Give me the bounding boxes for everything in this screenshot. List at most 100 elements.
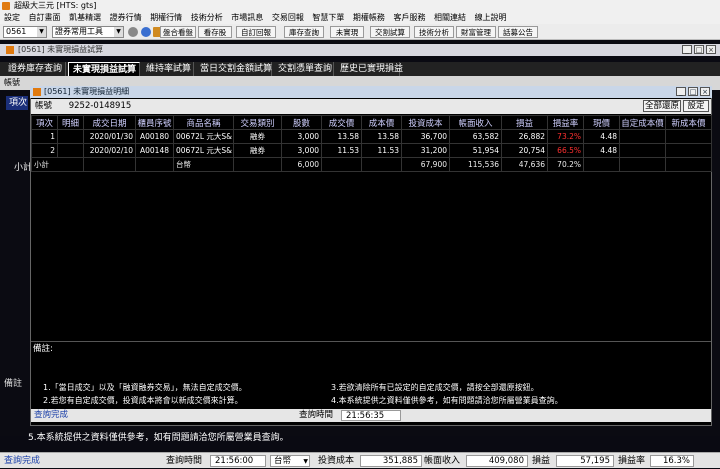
col-invest-cost[interactable]: 投資成本	[401, 115, 450, 130]
invest-cost-label: 投資成本	[318, 456, 355, 466]
bg-note-line: 5.本系統提供之資料僅供參考，如有問題請洽您所屬營業員查詢。	[28, 433, 289, 443]
account-label: 帳號	[35, 101, 53, 111]
technical-analysis-button[interactable]: 技術分析	[414, 26, 454, 38]
tools-select[interactable]: 證券常用工具 ▼	[52, 26, 124, 38]
chevron-down-icon: ▼	[114, 27, 123, 37]
col-cost-price[interactable]: 成本價	[361, 115, 402, 130]
menu-custom-screen[interactable]: 自訂畫面	[29, 13, 61, 22]
menu-kgi-picks[interactable]: 凱基精選	[69, 13, 101, 22]
settings-button[interactable]: 設定	[683, 100, 709, 112]
table-row[interactable]: 1 2020/01/30 A00180 00672L 元大S& 融券 3,000…	[31, 129, 712, 144]
menu-customer-service[interactable]: 客戶服務	[393, 13, 425, 22]
detail-window-title-bar: [0561] 未實現損益明細 _ □ ×	[30, 86, 712, 98]
bg-tab-bar: 證券庫存查詢 未實現損益試算 維持率試算 當日交割金額試算 交割憑單查詢 歷史已…	[0, 62, 720, 76]
col-shares[interactable]: 股數	[281, 115, 322, 130]
maximize-icon[interactable]: □	[688, 87, 698, 96]
account-row: 帳號 9252-0148915 全部還原 設定	[31, 99, 711, 114]
menu-online-help[interactable]: 線上說明	[475, 13, 507, 22]
detail-time-label: 查詢時間	[299, 410, 334, 420]
chevron-down-icon: ▼	[303, 458, 308, 465]
chevron-down-icon: ▼	[37, 27, 46, 37]
bg-notes-label: 備註	[4, 379, 23, 389]
app-title-bar: 超級大三元 [HTS: gts]	[0, 0, 720, 12]
minimize-icon[interactable]: _	[676, 87, 686, 96]
col-product-name[interactable]: 商品名稱	[173, 115, 234, 130]
menu-market-info[interactable]: 市場訊息	[231, 13, 263, 22]
tab-maintenance-ratio[interactable]: 維持率試算	[142, 62, 194, 76]
window-logo-icon	[6, 46, 14, 54]
announcement-button[interactable]: 話募公告	[498, 26, 538, 38]
holdings-button[interactable]: 看存股	[198, 26, 232, 38]
notes-label: 備註:	[33, 344, 53, 354]
subtotal-row: 小計 台幣 6,000 67,900 115,536 47,636 70.2%	[31, 157, 712, 172]
pnl-value: 57,195	[556, 455, 614, 467]
function-code-select[interactable]: 0561 ▼	[3, 26, 47, 38]
menu-trade-report[interactable]: 交易回報	[272, 13, 304, 22]
book-income-value: 409,080	[466, 455, 528, 467]
bg-window-title-bar: [0561] 未實現損益試算 _ □ ×	[0, 44, 720, 56]
close-icon[interactable]: ×	[706, 45, 716, 54]
settlement-calc-button[interactable]: 交割試算	[370, 26, 410, 38]
menu-links[interactable]: 相關連結	[434, 13, 466, 22]
menu-smart-order[interactable]: 智慧下單	[312, 13, 344, 22]
currency-select[interactable]: 台幣 ▼	[270, 455, 310, 467]
custom-cost-cell[interactable]	[619, 129, 666, 144]
menu-futures-quotes[interactable]: 期權行情	[150, 13, 182, 22]
inventory-query-button[interactable]: 庫存查詢	[284, 26, 324, 38]
note-item: 1.「當日成交」以及「融資融券交易」，無法自定成交價。	[43, 383, 247, 392]
col-trade-date[interactable]: 成交日期	[83, 115, 136, 130]
menu-futures-account[interactable]: 期權帳務	[353, 13, 385, 22]
tab-daily-settlement[interactable]: 當日交割金額試算	[196, 62, 272, 76]
pnl-rate-value: 16.3%	[650, 455, 694, 467]
tab-settlement-voucher[interactable]: 交割憑單查詢	[274, 62, 334, 76]
detail-status-bar: 查詢完成 查詢時間 21:56:35	[31, 409, 711, 422]
status-message: 查詢完成	[4, 456, 41, 466]
pnl-label: 損益	[532, 456, 551, 466]
main-toolbar: 0561 ▼ 證券常用工具 ▼ 盤合看盤 看存股 自訂回報 庫存查詢 未實現 交…	[0, 24, 720, 40]
tab-stock-inventory[interactable]: 證券庫存查詢	[4, 62, 66, 76]
col-custom-cost[interactable]: 自定成本價	[619, 115, 666, 130]
note-item: 3.若欲清除所有已設定的自定成交價，請按全部還原按鈕。	[331, 383, 539, 392]
col-current-price[interactable]: 現價	[583, 115, 620, 130]
minimize-icon[interactable]: _	[682, 45, 692, 54]
unrealized-button[interactable]: 未實現	[330, 26, 364, 38]
col-pnl-rate[interactable]: 損益率	[547, 115, 584, 130]
tab-realized-history[interactable]: 歷史已實現損益	[336, 62, 403, 76]
main-status-bar: 查詢完成 查詢時間 21:56:00 台幣 ▼ 投資成本 351,885 帳面收…	[0, 452, 720, 468]
overview-button[interactable]: 盤合看盤	[160, 26, 196, 38]
detail-time-value: 21:56:35	[341, 410, 401, 421]
gear-icon[interactable]	[128, 27, 138, 37]
app-title: 超級大三元 [HTS: gts]	[14, 1, 97, 10]
detail-status-message: 查詢完成	[34, 410, 69, 420]
refresh-icon[interactable]	[141, 27, 151, 37]
table-header-row: 項次 明細 成交日期 櫃員序號 商品名稱 交易類別 股數 成交價 成本價 投資成…	[31, 115, 712, 130]
col-detail[interactable]: 明細	[57, 115, 84, 130]
custom-cost-cell[interactable]	[619, 143, 666, 158]
window-logo-icon	[33, 88, 41, 96]
col-trade-type[interactable]: 交易類別	[233, 115, 282, 130]
custom-report-button[interactable]: 自訂回報	[236, 26, 276, 38]
pnl-rate-label: 損益率	[618, 456, 646, 466]
col-pnl[interactable]: 損益	[501, 115, 548, 130]
bg-column-header: 項次	[6, 96, 28, 110]
note-item: 2.若您有自定成交價，投資成本將會以新成交價來計算。	[43, 396, 243, 405]
notes-panel: 備註: 1.「當日成交」以及「融資融券交易」，無法自定成交價。 2.若您有自定成…	[31, 341, 711, 409]
close-icon[interactable]: ×	[700, 87, 710, 96]
query-time-label: 查詢時間	[166, 456, 203, 466]
maximize-icon[interactable]: □	[694, 45, 704, 54]
menu-tech-analysis[interactable]: 技術分析	[191, 13, 223, 22]
tab-unrealized-pnl[interactable]: 未實現損益試算	[68, 62, 140, 76]
note-item: 4.本系統提供之資料僅供參考，如有問題請洽您所屬營業員查詢。	[331, 396, 563, 405]
col-new-cost[interactable]: 新成本價	[665, 115, 712, 130]
col-book-income[interactable]: 帳面收入	[449, 115, 502, 130]
wealth-mgmt-button[interactable]: 財富管理	[456, 26, 496, 38]
query-time-value: 21:56:00	[210, 455, 266, 467]
book-income-label: 帳面收入	[424, 456, 461, 466]
col-trade-price[interactable]: 成交價	[321, 115, 362, 130]
restore-all-button[interactable]: 全部還原	[643, 100, 681, 112]
col-index[interactable]: 項次	[31, 115, 58, 130]
table-row[interactable]: 2 2020/02/10 A00148 00672L 元大S& 融券 3,000…	[31, 143, 712, 158]
menu-settings[interactable]: 設定	[4, 13, 20, 22]
col-teller-no[interactable]: 櫃員序號	[135, 115, 174, 130]
menu-stock-quotes[interactable]: 證券行情	[110, 13, 142, 22]
